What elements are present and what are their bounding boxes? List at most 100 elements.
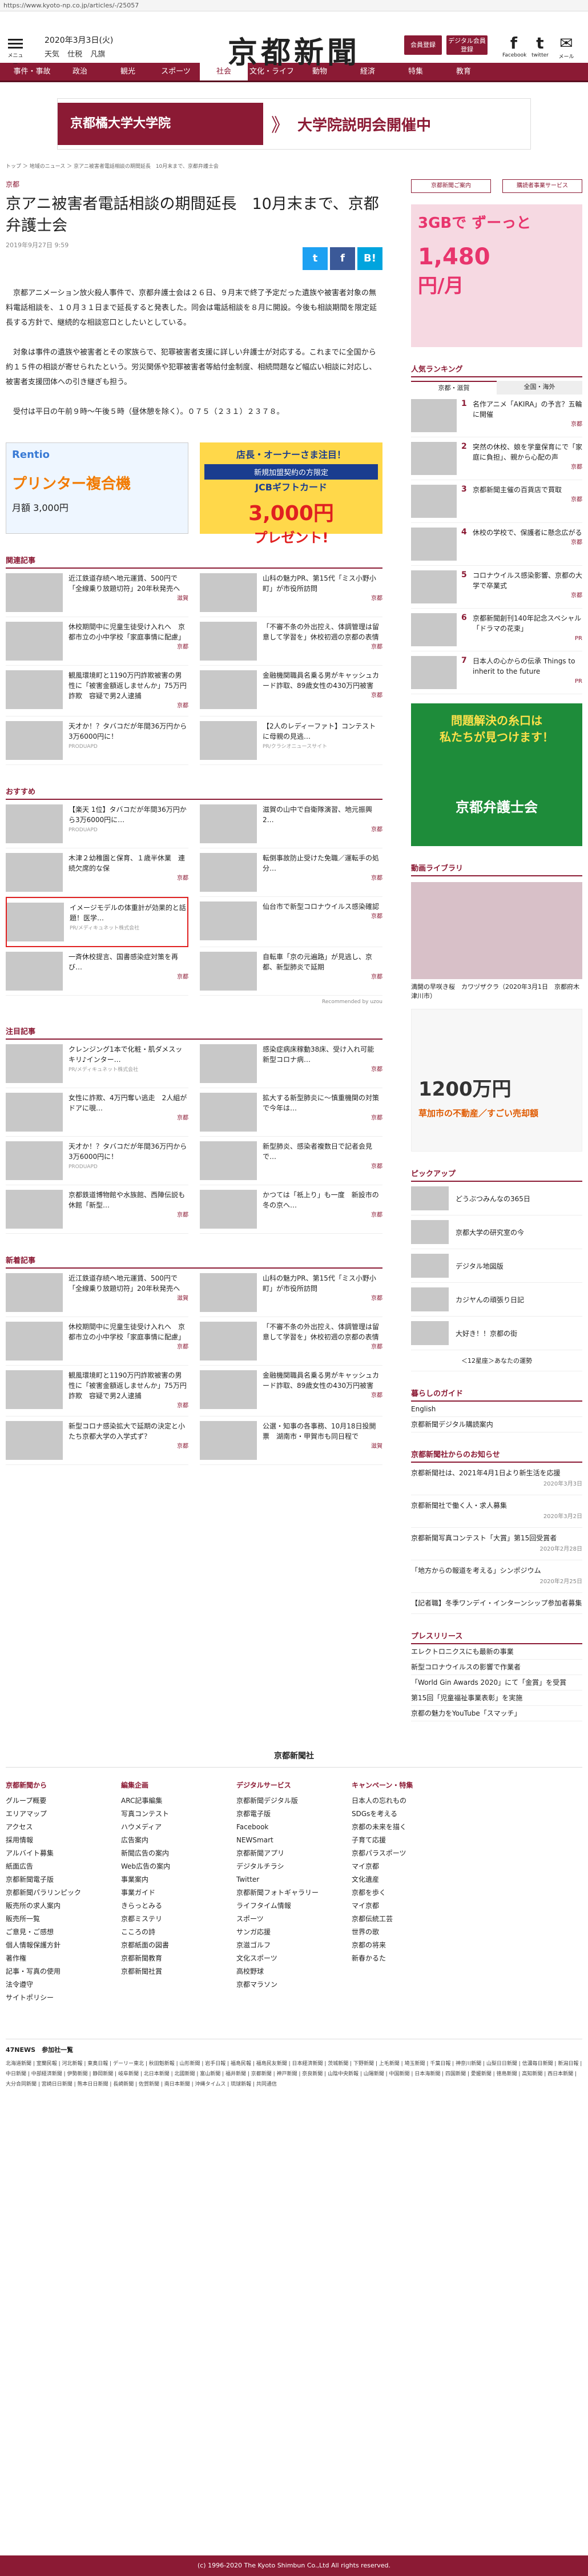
footer-link[interactable]: きらっとみる	[121, 1899, 236, 1913]
weather-link[interactable]: 凡旗	[90, 50, 105, 59]
footer-link[interactable]: デジタルチラシ	[236, 1860, 352, 1873]
nav-item[interactable]: 観光	[104, 63, 152, 80]
ranking-item[interactable]: 5 コロナウイルス感染影響、京都の大学で卒業式 京都	[411, 566, 582, 609]
footer-link[interactable]: 事業案内	[121, 1873, 236, 1886]
footer-link[interactable]: 写真コンテスト	[121, 1808, 236, 1821]
article-card[interactable]: 新型肺炎、感染者複数日で記者会見で… 京都	[200, 1137, 382, 1185]
footer-link[interactable]: ご意見・ご感想	[6, 1926, 121, 1939]
news-item[interactable]: 京都新聞社は、2021年4月1日より新生活を応援 2020年3月3日	[411, 1463, 582, 1495]
footer-link[interactable]: 京都新聞アプリ	[236, 1847, 352, 1860]
uq-mobile-ad[interactable]: 3GBで ずーっと 1,480 円/月	[411, 204, 582, 347]
kyoto-np-guide-button[interactable]: 京都新聞ご案内	[411, 179, 491, 193]
menu-button[interactable]: メニュー	[7, 37, 24, 68]
footer-link[interactable]: 販売所の求人案内	[6, 1899, 121, 1913]
footer-link[interactable]: 京都の将来	[352, 1939, 467, 1952]
tab-kyoto-shiga[interactable]: 京都・滋賀	[411, 381, 497, 395]
footer-link[interactable]: ライフタイム情報	[236, 1899, 352, 1913]
sponsored-card[interactable]: クレンジング1本で化粧・肌ダメスッキリ♪インター… PR/メディキュネット株式会社	[6, 1040, 188, 1088]
footer-link[interactable]: こころの詩	[121, 1926, 236, 1939]
footer-link[interactable]: 京都新聞社賞	[121, 1965, 236, 1978]
sponsored-card[interactable]: イメージモデルの体重計が効果的と話題！医学… PR/メディキュネット株式会社	[6, 897, 188, 947]
footer-link[interactable]: 個人情報保護方針	[6, 1939, 121, 1952]
bengoshi-ad[interactable]: 問題解決の糸口は 私たちが見つけます！ 京都弁護士会	[411, 703, 582, 846]
footer-link[interactable]: Facebook	[236, 1821, 352, 1834]
ranking-item[interactable]: 7 日本人の心からの伝承 Things to inherit to the fut…	[411, 651, 582, 694]
article-card[interactable]: 女性に詐欺、4万円奪い逃走 2人組がドアに覗… 京都	[6, 1088, 188, 1137]
footer-link[interactable]: 販売所一覧	[6, 1913, 121, 1926]
footer-link[interactable]: アルバイト募集	[6, 1847, 121, 1860]
article-category[interactable]: 京都	[6, 171, 382, 189]
article-card[interactable]: 近江鉄道存続へ地元運賃、500円で「全線乗り放題切符」20年秋発売へ 滋賀	[6, 569, 188, 617]
article-card[interactable]: 山科の魅力PR、第15代「ミス小野小町」が市役所訪問 京都	[200, 1269, 382, 1317]
tab-national[interactable]: 全国・海外	[497, 381, 582, 395]
footer-link[interactable]: ハウメディア	[121, 1821, 236, 1834]
pickup-item[interactable]: 京都大学の研究室の今	[411, 1215, 582, 1249]
twitter-share-button[interactable]: t	[303, 247, 328, 270]
news-item[interactable]: 京都新聞写真コンテスト「大賞」第15回受賞者 2020年2月28日	[411, 1528, 582, 1560]
footer-link[interactable]: 日本人の忘れもの	[352, 1794, 467, 1808]
footer-link[interactable]: ARC記事編集	[121, 1794, 236, 1808]
twitter-link[interactable]: t twitter	[529, 34, 551, 59]
footer-link[interactable]: 新春かるた	[352, 1952, 467, 1965]
article-card[interactable]: 金融機関職員名乗る男がキャッシュカード詐取、89歳女性の430万円被害 京都	[200, 666, 382, 717]
sponsored-card[interactable]: 【楽天 1位】タバコだが年間36万円から3万6000円に… PRODUAPD	[6, 800, 188, 848]
ranking-item[interactable]: 2 突然の休校、娘を学童保育にで「家庭に負担」、親から心配の声 京都	[411, 437, 582, 480]
footer-link[interactable]: 京都新聞デジタル版	[236, 1794, 352, 1808]
realestate-ad[interactable]: 1200万円 草加市の不動産／すごい売却額	[411, 1009, 582, 1152]
footer-link[interactable]: 京都新聞電子版	[6, 1873, 121, 1886]
sponsored-card[interactable]: 天才か！？タバコだが年間36万円から3万6000円に！ PRODUAPD	[6, 1137, 188, 1185]
nav-item[interactable]: スポーツ	[152, 63, 200, 80]
footer-link[interactable]: 事業ガイド	[121, 1886, 236, 1899]
footer-link[interactable]: 広告案内	[121, 1834, 236, 1847]
footer-link[interactable]: エリアマップ	[6, 1808, 121, 1821]
top-banner-ad[interactable]: 京都橘大学大学院 》 大学院説明会開催中	[57, 98, 531, 150]
ranking-item[interactable]: 4 休校の学校で、保護者に懸念広がる 京都	[411, 523, 582, 566]
article-card[interactable]: 自転車「京の元遍路」が見逃し、京都、新型肺炎で延期 京都	[200, 947, 382, 996]
mail-link[interactable]: ✉ メール	[555, 34, 578, 61]
news-item[interactable]: 【記者職】冬季ワンデイ・インターンシップ参加者募集	[411, 1593, 582, 1614]
footer-link[interactable]: 京滋ゴルフ	[236, 1939, 352, 1952]
article-card[interactable]: 近江鉄道存続へ地元運賃、500円で「全線乗り放題切符」20年秋発売へ 滋賀	[6, 1269, 188, 1317]
footer-link[interactable]: 京都紙面の図書	[121, 1939, 236, 1952]
facebook-share-button[interactable]: f	[330, 247, 355, 270]
press-link[interactable]: エレクトロニクスにも最新の事業	[411, 1644, 582, 1660]
news-item[interactable]: 「地方からの報道を考える」シンポジウム 2020年2月25日	[411, 1560, 582, 1593]
subscriber-service-button[interactable]: 購読者事業サービス	[502, 179, 582, 193]
facebook-link[interactable]: f Facebook	[502, 34, 526, 59]
footer-link[interactable]: 著作権	[6, 1952, 121, 1965]
digital-signup-button[interactable]: デジタル会員登録	[446, 35, 488, 55]
article-card[interactable]: 滋賀の山中で自衛隊演習、地元振興2… 京都	[200, 800, 382, 848]
footer-link[interactable]: 法令遵守	[6, 1978, 121, 1991]
footer-link[interactable]: 京都を歩く	[352, 1886, 467, 1899]
article-card[interactable]: 「不審不条の外出控え、体調管理は留意して学習を」休校初週の京都の表情 京都	[200, 1317, 382, 1366]
video-caption[interactable]: 満開の早咲き桜 カワヅザクラ（2020年3月1日 京都府木津川市）	[411, 983, 582, 1001]
article-card[interactable]: 一斉休校提言、国書感染症対策を再び… 京都	[6, 947, 188, 996]
footer-link[interactable]: 京都新聞フォトギャラリー	[236, 1886, 352, 1899]
site-logo[interactable]: 京都新聞	[206, 29, 382, 71]
breadcrumb[interactable]: トップ ＞ 地域のニュース ＞ 京アニ被害者電話相談の期間延長 10月末まで、京…	[6, 162, 582, 171]
footer-link[interactable]: 京都新聞パラリンピック	[6, 1886, 121, 1899]
guide-link[interactable]: 京都新聞デジタル購読案内	[411, 1417, 582, 1432]
footer-link[interactable]: 高校野球	[236, 1965, 352, 1978]
article-card[interactable]: 感染症病床稼動38床、受け入れ可能 新型コロナ病… 京都	[200, 1040, 382, 1088]
footer-link[interactable]: 文化遺産	[352, 1873, 467, 1886]
login-button[interactable]: 会員登録	[404, 35, 442, 55]
nav-item[interactable]: 政治	[56, 63, 104, 80]
footer-link[interactable]: Web広告の案内	[121, 1860, 236, 1873]
video-player[interactable]	[411, 882, 582, 979]
guide-link[interactable]: English	[411, 1402, 582, 1417]
article-card[interactable]: 京都鉄道博物館や水族館、西陣伝説も休館「新型… 京都	[6, 1185, 188, 1234]
newspapers-list[interactable]: 北海道新聞 | 室蘭民報 | 河北新報 | 東奥日報 | デーリー東北 | 秋田…	[6, 2059, 582, 2090]
ranking-item[interactable]: 6 京都新聞創刊140年記念スペシャル「ドラマの花束」 PR	[411, 609, 582, 651]
footer-link[interactable]: Twitter	[236, 1873, 352, 1886]
article-card[interactable]: 休校期間中に児童生徒受け入れへ 京都市立の小中学校「家庭事情に配慮」 京都	[6, 617, 188, 666]
weather-link[interactable]: 仕税	[67, 50, 82, 59]
article-card[interactable]: 「不審不条の外出控え、体調管理は留意して学習を」休校初週の京都の表情 京都	[200, 617, 382, 666]
footer-link[interactable]: 世界の歌	[352, 1926, 467, 1939]
footer-link[interactable]: SDGsを考える	[352, 1808, 467, 1821]
press-link[interactable]: 京都の魅力をYouTube「スマッチ」	[411, 1706, 582, 1721]
footer-link[interactable]: 採用情報	[6, 1834, 121, 1847]
nav-item[interactable]: 特集	[392, 63, 440, 80]
article-card[interactable]: 拡大する新型肺炎に～慎重機関の対策で今年は… 京都	[200, 1088, 382, 1137]
footer-link[interactable]: サイトポリシー	[6, 1991, 121, 2005]
